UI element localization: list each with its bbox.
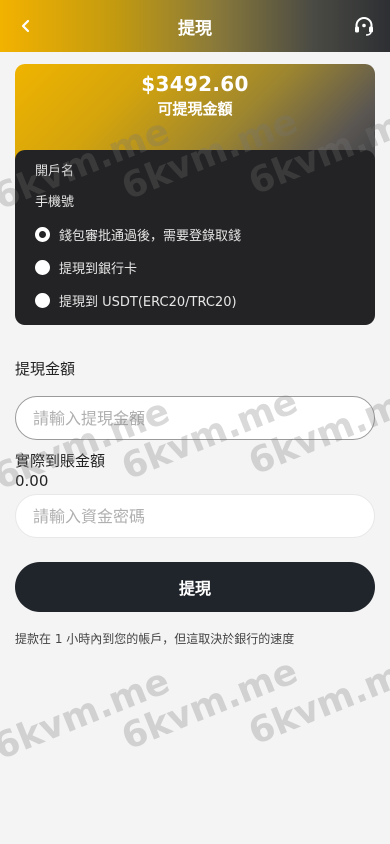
phone-label: 手機號 xyxy=(35,195,75,210)
fund-password-input[interactable] xyxy=(15,494,375,538)
headset-icon xyxy=(355,17,373,36)
option-wallet-approval[interactable]: 錢包審批通過後，需要登錄取錢 xyxy=(35,225,241,244)
withdraw-note: 提款在 1 小時內到您的帳戶，但這取決於銀行的速度 xyxy=(15,632,295,646)
option-label: 提現到銀行卡 xyxy=(59,262,138,277)
withdraw-amount-label: 提現金額 xyxy=(15,360,76,378)
option-usdt[interactable]: 提現到 USDT(ERC20/TRC20) xyxy=(35,291,237,310)
page-title: 提現 xyxy=(178,18,212,39)
option-label: 錢包審批通過後，需要登錄取錢 xyxy=(59,229,242,244)
balance-label: 可提現金額 xyxy=(157,100,233,118)
received-amount-value: 0.00 xyxy=(15,472,49,490)
account-info-panel: 開戶名 手機號 錢包審批通過後，需要登錄取錢 提現到銀行卡 提現到 USDT(E… xyxy=(15,150,375,325)
balance-amount: $3492.60 xyxy=(141,72,249,96)
option-label: 提現到 USDT(ERC20/TRC20) xyxy=(59,295,237,310)
received-amount-label: 實際到賬金額 xyxy=(15,452,106,470)
radio-selected-icon[interactable] xyxy=(35,227,50,242)
watermark-text: 6kvm.me xyxy=(243,646,390,754)
radio-unselected-icon[interactable] xyxy=(35,260,50,275)
top-nav-bar: 提現 xyxy=(0,0,390,52)
withdraw-submit-button[interactable]: 提現 xyxy=(15,562,375,612)
option-bank-card[interactable]: 提現到銀行卡 xyxy=(35,258,137,277)
account-name-label: 開戶名 xyxy=(35,164,75,179)
watermark-text: 6kvm.me xyxy=(116,651,303,759)
back-button[interactable] xyxy=(14,14,38,38)
watermark-text: 6kvm.me xyxy=(0,661,175,769)
withdraw-amount-input[interactable] xyxy=(15,396,375,440)
chevron-left-icon xyxy=(21,19,30,33)
customer-support-button[interactable] xyxy=(352,14,376,38)
radio-unselected-icon[interactable] xyxy=(35,293,50,308)
